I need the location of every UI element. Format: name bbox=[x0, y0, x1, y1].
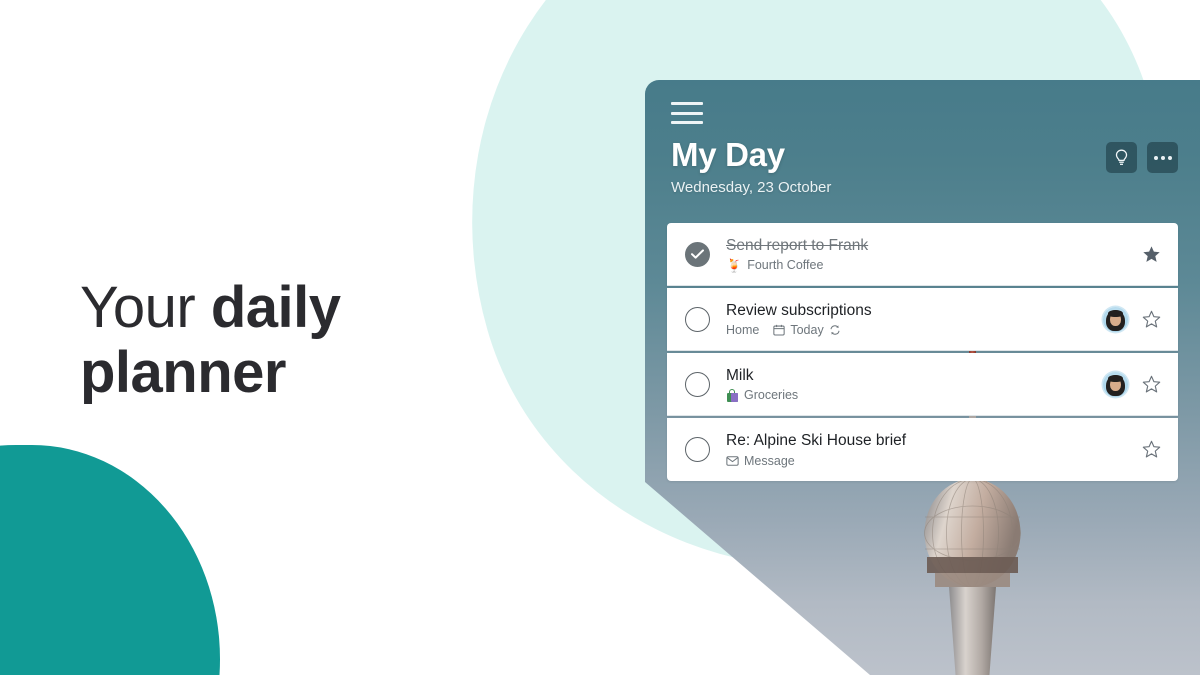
table-row[interactable]: Milk Groceries bbox=[667, 353, 1178, 416]
avatar bbox=[1103, 306, 1128, 332]
task-checkbox[interactable] bbox=[685, 437, 710, 462]
task-checkbox[interactable] bbox=[685, 306, 710, 332]
avatar bbox=[1103, 371, 1128, 397]
task-body: Send report to Frank 🍹 Fourth Coffee bbox=[726, 236, 1140, 272]
todo-app-panel: My Day Wednesday, 23 October Send report… bbox=[645, 80, 1200, 675]
task-body: Review subscriptions Home Today bbox=[726, 301, 1103, 337]
ellipsis-icon bbox=[1153, 155, 1172, 160]
envelope-icon bbox=[726, 455, 739, 466]
more-options-button[interactable] bbox=[1147, 142, 1178, 173]
task-title: Re: Alpine Ski House brief bbox=[726, 432, 907, 450]
star-outline-icon bbox=[1142, 375, 1160, 392]
check-icon bbox=[691, 249, 704, 259]
task-list: Send report to Frank 🍹 Fourth Coffee Rev… bbox=[667, 223, 1178, 481]
task-star-button[interactable] bbox=[1140, 243, 1162, 265]
task-checkbox-complete[interactable] bbox=[685, 241, 710, 267]
task-list-name: Groceries bbox=[744, 388, 799, 403]
shopping-bag-icon bbox=[726, 388, 739, 402]
lightbulb-icon bbox=[1115, 149, 1128, 165]
hamburger-line bbox=[671, 111, 703, 115]
page-date: Wednesday, 23 October bbox=[671, 179, 832, 196]
task-checkbox[interactable] bbox=[685, 371, 710, 397]
panel-header: My Day Wednesday, 23 October bbox=[671, 136, 831, 196]
table-row[interactable]: Re: Alpine Ski House brief Message bbox=[667, 418, 1178, 481]
star-outline-icon bbox=[1142, 310, 1160, 327]
task-body: Re: Alpine Ski House brief Message bbox=[726, 431, 1140, 467]
coffee-cup-icon: 🍹 bbox=[726, 257, 743, 273]
task-body: Milk Groceries bbox=[726, 366, 1103, 402]
slide-canvas: Your daily planner My Day Wednesday, 23 … bbox=[0, 0, 1200, 675]
hero-heading-line-1: Your daily bbox=[80, 275, 500, 341]
hero-word-your: Your bbox=[80, 275, 211, 340]
hero-heading: Your daily planner bbox=[80, 275, 500, 406]
suggestions-lightbulb-button[interactable] bbox=[1106, 142, 1137, 173]
hamburger-line bbox=[671, 121, 703, 124]
table-row[interactable]: Review subscriptions Home Today bbox=[667, 288, 1178, 351]
task-due-date: Today bbox=[790, 323, 824, 338]
task-star-button[interactable] bbox=[1140, 373, 1162, 395]
task-list-name: Message bbox=[744, 453, 795, 468]
table-row[interactable]: Send report to Frank 🍹 Fourth Coffee bbox=[667, 223, 1178, 286]
task-list-name: Fourth Coffee bbox=[747, 258, 824, 273]
task-meta: Message bbox=[726, 454, 1140, 468]
task-title: Milk bbox=[726, 366, 754, 384]
task-star-button[interactable] bbox=[1140, 439, 1162, 461]
page-title: My Day bbox=[671, 136, 785, 173]
task-meta: Home Today bbox=[726, 323, 1103, 337]
task-list-name: Home bbox=[726, 323, 760, 338]
task-title: Send report to Frank bbox=[726, 236, 869, 254]
hamburger-menu-icon[interactable] bbox=[671, 102, 703, 124]
header-actions bbox=[1106, 142, 1178, 173]
task-meta: Groceries bbox=[726, 388, 1103, 402]
teal-background-shape bbox=[0, 445, 220, 675]
task-meta: 🍹 Fourth Coffee bbox=[726, 258, 1140, 272]
task-star-button[interactable] bbox=[1140, 308, 1162, 330]
repeat-icon bbox=[830, 325, 840, 335]
task-title: Review subscriptions bbox=[726, 301, 872, 319]
hamburger-line bbox=[671, 102, 703, 105]
star-filled-icon bbox=[1142, 245, 1160, 262]
hero-word-planner: planner bbox=[80, 339, 287, 405]
star-outline-icon bbox=[1142, 440, 1160, 458]
hero-word-daily: daily bbox=[210, 275, 341, 340]
calendar-icon bbox=[773, 325, 786, 336]
hero-heading-line-2: planner bbox=[80, 339, 500, 406]
